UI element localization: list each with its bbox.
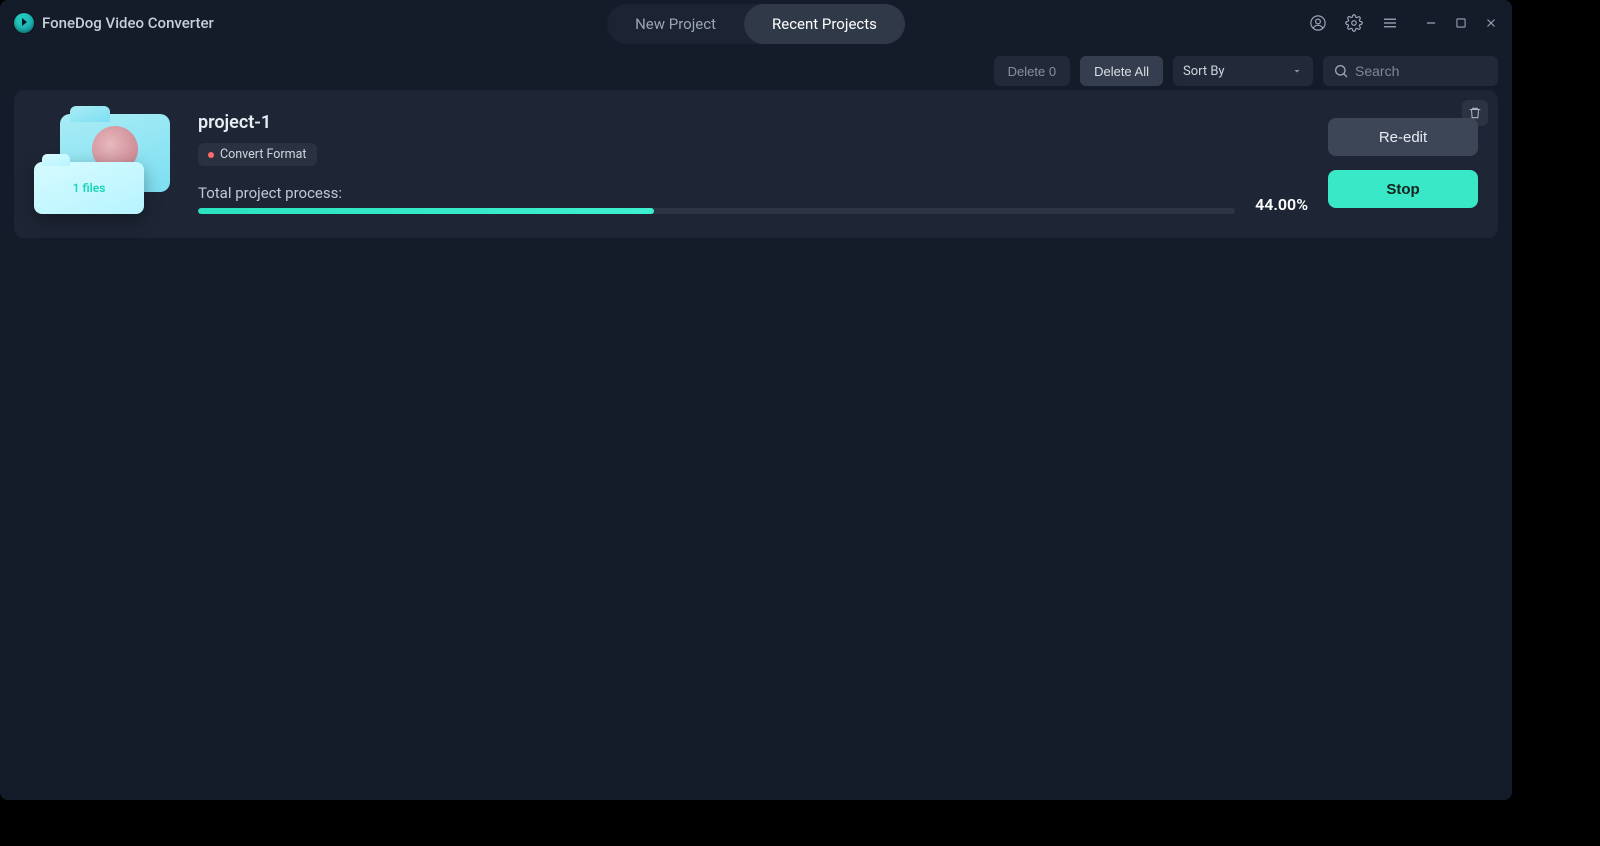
- project-card: 1 files project-1 Convert Format Total p…: [14, 90, 1498, 238]
- search-box[interactable]: [1323, 56, 1498, 86]
- settings-icon[interactable]: [1340, 9, 1368, 37]
- close-icon[interactable]: [1478, 9, 1504, 37]
- titlebar: FoneDog Video Converter New Project Rece…: [0, 0, 1512, 46]
- project-title: project-1: [198, 112, 1308, 133]
- reedit-button[interactable]: Re-edit: [1328, 118, 1478, 156]
- brand: FoneDog Video Converter: [14, 13, 214, 33]
- button-label: Delete All: [1094, 64, 1149, 79]
- status-dot-icon: [208, 152, 214, 158]
- project-thumbnail: 1 files: [34, 114, 174, 214]
- button-label: Stop: [1386, 181, 1419, 198]
- toolbar: Delete 0 Delete All Sort By: [0, 46, 1512, 90]
- tab-new-project[interactable]: New Project: [607, 4, 744, 44]
- account-icon[interactable]: [1304, 9, 1332, 37]
- progress-bar-fill: [198, 208, 654, 214]
- tab-label: New Project: [635, 15, 716, 33]
- main-tabs: New Project Recent Projects: [607, 4, 905, 44]
- project-type-label: Convert Format: [220, 147, 307, 162]
- stop-button[interactable]: Stop: [1328, 170, 1478, 208]
- sort-by-label: Sort By: [1183, 64, 1225, 79]
- tab-label: Recent Projects: [772, 15, 877, 33]
- maximize-icon[interactable]: [1448, 9, 1474, 37]
- minimize-icon[interactable]: [1418, 9, 1444, 37]
- project-type-tag: Convert Format: [198, 143, 317, 166]
- titlebar-right: [1304, 9, 1504, 37]
- button-label: Delete 0: [1008, 64, 1056, 79]
- tab-recent-projects[interactable]: Recent Projects: [744, 4, 905, 44]
- app-title: FoneDog Video Converter: [42, 14, 214, 32]
- delete-all-button[interactable]: Delete All: [1080, 56, 1163, 86]
- search-input[interactable]: [1355, 63, 1488, 79]
- progress-row: Total project process: 44.00%: [198, 184, 1308, 214]
- project-actions: Re-edit Stop: [1328, 112, 1478, 214]
- button-label: Re-edit: [1379, 129, 1427, 146]
- app-logo-icon: [14, 13, 34, 33]
- file-count-label: 1 files: [73, 181, 106, 195]
- sort-by-select[interactable]: Sort By: [1173, 56, 1313, 86]
- menu-icon[interactable]: [1376, 9, 1404, 37]
- app-window: FoneDog Video Converter New Project Rece…: [0, 0, 1512, 800]
- project-main: project-1 Convert Format Total project p…: [198, 112, 1478, 214]
- search-icon: [1333, 63, 1349, 79]
- folder-front-icon: 1 files: [34, 162, 144, 214]
- progress-bar: [198, 208, 1235, 214]
- delete-selected-button[interactable]: Delete 0: [994, 56, 1070, 86]
- window-controls: [1418, 9, 1504, 37]
- progress-label: Total project process:: [198, 184, 1235, 202]
- progress-percent: 44.00%: [1255, 195, 1308, 214]
- chevron-down-icon: [1291, 65, 1303, 77]
